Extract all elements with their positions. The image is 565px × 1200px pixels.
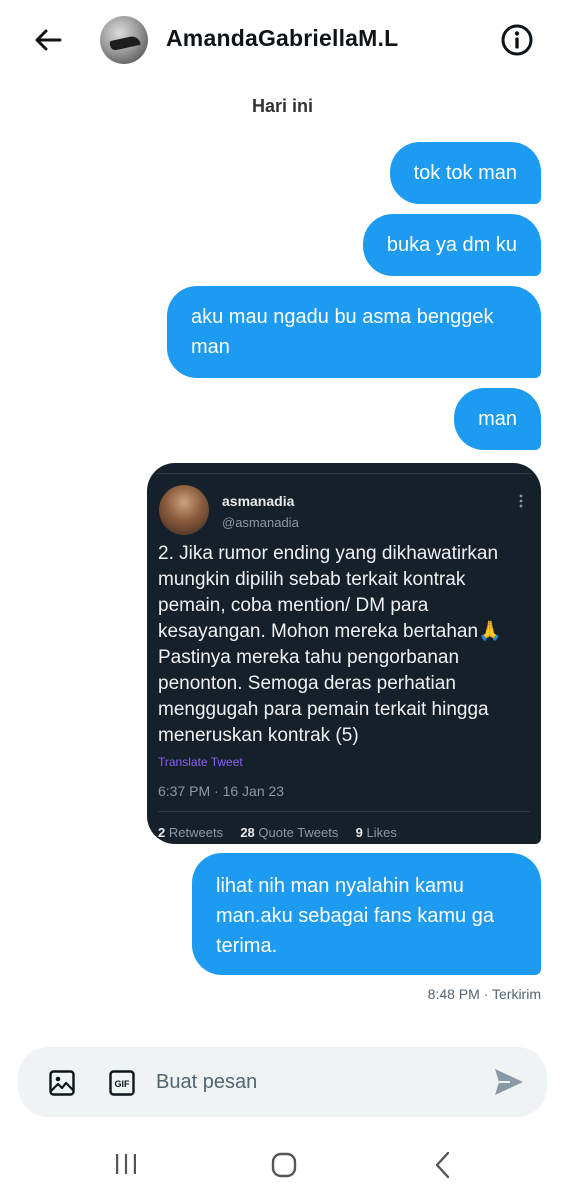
retweets-count[interactable]: 2 bbox=[158, 825, 165, 840]
card-top-border bbox=[157, 473, 531, 474]
likes-count[interactable]: 9 bbox=[356, 825, 363, 840]
message-bubble[interactable]: lihat nih man nyalahin kamu man.aku seba… bbox=[192, 853, 541, 975]
send-button[interactable] bbox=[492, 1065, 526, 1099]
tweet-more-button[interactable] bbox=[513, 493, 529, 509]
likes-label[interactable]: Likes bbox=[367, 825, 397, 840]
contact-avatar[interactable] bbox=[100, 16, 148, 64]
tweet-stats: 2 Retweets 28 Quote Tweets 9 Likes bbox=[158, 825, 397, 840]
message-bubble[interactable]: aku mau ngadu bu asma benggek man bbox=[167, 286, 541, 378]
message-bubble[interactable]: tok tok man bbox=[389, 142, 541, 204]
translate-tweet-link[interactable]: Translate Tweet bbox=[158, 755, 243, 769]
quotes-count[interactable]: 28 bbox=[240, 825, 254, 840]
send-icon bbox=[495, 1069, 523, 1095]
more-vertical-icon bbox=[519, 494, 523, 508]
retweets-label[interactable]: Retweets bbox=[169, 825, 223, 840]
info-circle-icon bbox=[501, 24, 533, 56]
chevron-left-icon bbox=[435, 1151, 450, 1179]
recent-apps-button[interactable] bbox=[113, 1152, 139, 1176]
home-icon bbox=[271, 1152, 297, 1178]
tweet-timestamp: 6:37 PM · 16 Jan 23 bbox=[158, 783, 285, 799]
add-media-button[interactable] bbox=[48, 1069, 76, 1097]
tweet-divider bbox=[158, 811, 530, 812]
tweet-author-handle: @asmanadia bbox=[222, 515, 299, 530]
image-icon bbox=[49, 1070, 75, 1096]
message-input[interactable] bbox=[156, 1069, 456, 1095]
message-bubble[interactable]: man bbox=[454, 388, 541, 450]
tweet-author-name[interactable]: asmanadia bbox=[222, 493, 294, 509]
day-separator: Hari ini bbox=[251, 96, 313, 116]
quotes-label[interactable]: Quote Tweets bbox=[258, 825, 338, 840]
message-status: 8:48 PM · Terkirim bbox=[427, 986, 541, 1002]
conversation-info-button[interactable] bbox=[499, 22, 535, 58]
tweet-text: 2. Jika rumor ending yang dikhawatirkan … bbox=[158, 543, 502, 746]
svg-text:GIF: GIF bbox=[115, 1079, 131, 1089]
message-bubble[interactable]: buka ya dm ku bbox=[362, 214, 541, 276]
contact-name[interactable]: AmandaGabriellaM.L bbox=[166, 25, 398, 52]
shared-tweet-card[interactable]: asmanadia @asmanadia 2. Jika rumor endin… bbox=[147, 463, 541, 844]
system-navigation-bar bbox=[0, 1130, 565, 1200]
system-back-button[interactable] bbox=[430, 1150, 456, 1180]
message-composer: GIF bbox=[18, 1047, 547, 1117]
back-button[interactable] bbox=[28, 22, 68, 58]
gif-icon: GIF bbox=[109, 1070, 135, 1096]
arrow-left-icon bbox=[35, 29, 62, 51]
tweet-author-avatar[interactable] bbox=[159, 485, 209, 535]
add-gif-button[interactable]: GIF bbox=[108, 1069, 136, 1097]
home-button[interactable] bbox=[270, 1151, 298, 1179]
conversation-header: AmandaGabriellaM.L bbox=[0, 0, 565, 80]
recent-apps-icon bbox=[116, 1154, 136, 1174]
